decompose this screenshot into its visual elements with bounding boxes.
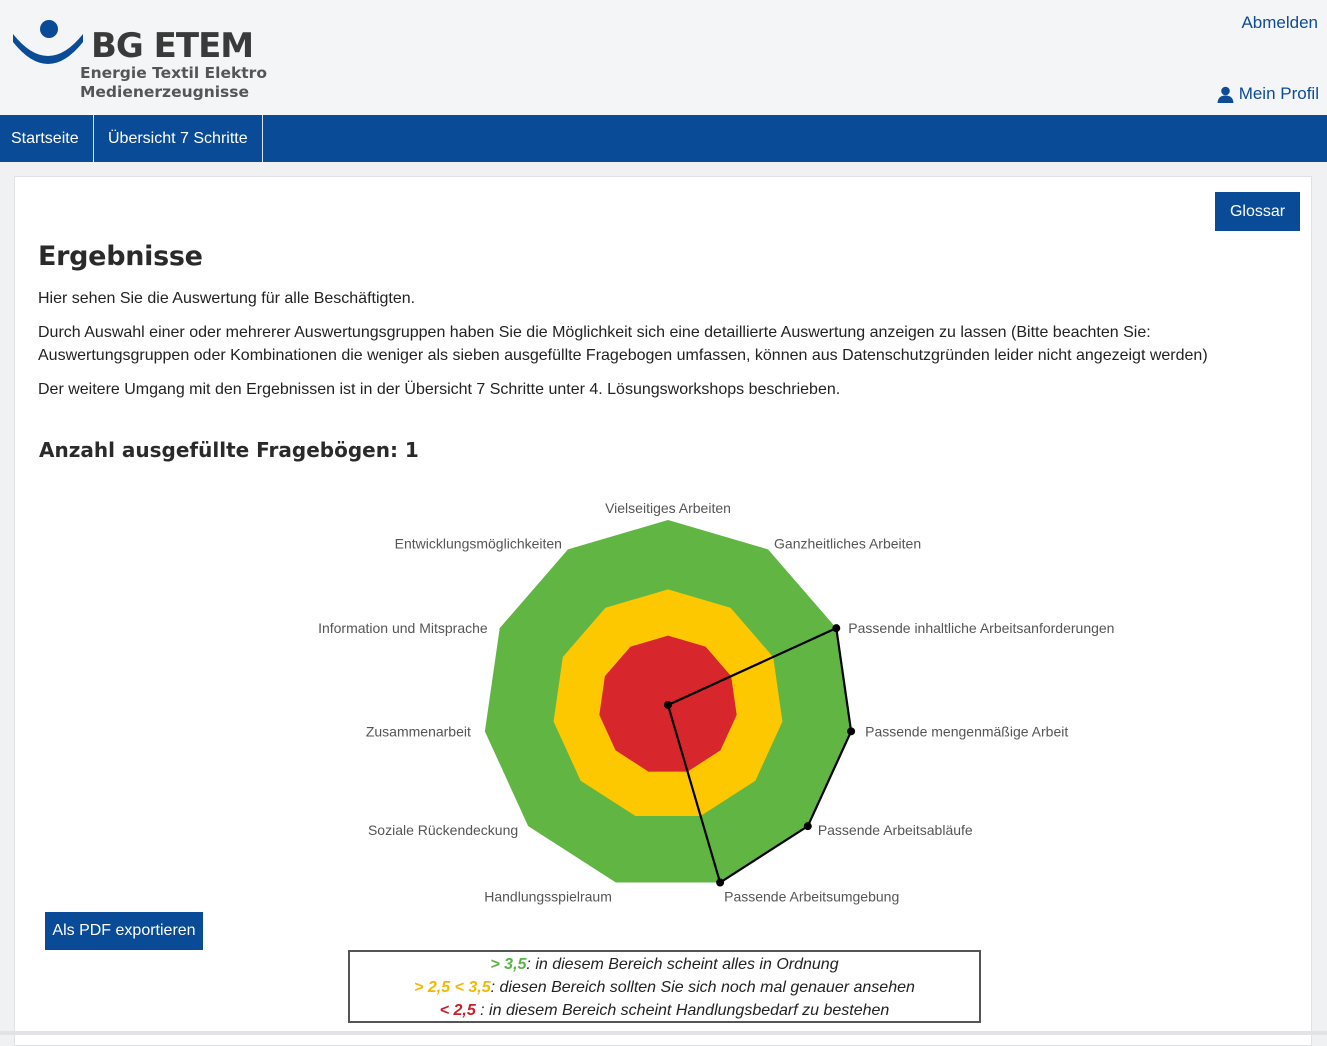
radar-center-point — [664, 701, 672, 709]
score-legend: > 3,5: in diesem Bereich scheint alles i… — [348, 950, 981, 1023]
radar-axis-label: Passende inhaltliche Arbeitsanforderunge… — [848, 620, 1114, 636]
bg-etem-logo[interactable]: BG ETEM Energie Textil Elektro Medienerz… — [12, 20, 267, 105]
footer-divider — [0, 1031, 1327, 1035]
radar-axis-label: Information und Mitsprache — [318, 620, 488, 636]
profile-link[interactable]: Mein Profil — [1217, 84, 1319, 104]
legend-key-green: > 3,5 — [490, 956, 527, 973]
legend-row-green: > 3,5: in diesem Bereich scheint alles i… — [350, 953, 979, 976]
legend-text-yellow: : diesen Bereich sollten Sie sich noch m… — [490, 979, 915, 996]
radar-axis-label: Soziale Rückendeckung — [368, 822, 518, 838]
radar-axis-label: Handlungsspielraum — [484, 889, 612, 905]
logo-subtitle: Energie Textil Elektro Medienerzeugnisse — [80, 64, 267, 102]
logout-link[interactable]: Abmelden — [1241, 13, 1318, 33]
legend-key-yellow: > 2,5 < 3,5 — [414, 979, 491, 996]
header: BG ETEM Energie Textil Elektro Medienerz… — [0, 0, 1327, 115]
export-pdf-button[interactable]: Als PDF exportieren — [45, 912, 203, 950]
results-panel: Glossar Ergebnisse Hier sehen Sie die Au… — [14, 176, 1312, 1046]
main-navigation: Startseite Übersicht 7 Schritte — [0, 115, 1327, 162]
legend-text-green: : in diesem Bereich scheint alles in Ord… — [526, 956, 839, 973]
legend-text-red: : in diesem Bereich scheint Handlungsbed… — [475, 1002, 890, 1019]
legend-row-red: < 2,5 : in diesem Bereich scheint Handlu… — [350, 999, 979, 1022]
radar-axis-label: Passende Arbeitsabläufe — [818, 822, 973, 838]
radar-axis-label: Ganzheitliches Arbeiten — [774, 535, 921, 551]
logo-title: BG ETEM — [91, 26, 254, 66]
radar-data-point — [847, 727, 856, 736]
radar-axis-label: Vielseitiges Arbeiten — [605, 500, 731, 516]
radar-axis-label: Passende mengenmäßige Arbeit — [865, 723, 1068, 739]
radar-data-point — [832, 624, 841, 633]
nav-item-uebersicht-7-schritte[interactable]: Übersicht 7 Schritte — [94, 115, 263, 162]
radar-axis-label: Passende Arbeitsumgebung — [724, 889, 899, 905]
nav-item-startseite[interactable]: Startseite — [0, 115, 94, 162]
legend-key-red: < 2,5 — [439, 1002, 476, 1019]
logo-subtitle-line-1: Energie Textil Elektro — [80, 64, 267, 82]
profile-label: Mein Profil — [1238, 84, 1319, 103]
logo-subtitle-line-2: Medienerzeugnisse — [80, 83, 250, 101]
radar-data-point — [803, 822, 812, 831]
radar-axis-label: Zusammenarbeit — [366, 723, 471, 739]
logo-emblem-icon — [13, 20, 83, 64]
radar-chart: Vielseitiges Arbeiten Ganzheitliches Arbe… — [318, 500, 1114, 905]
radar-data-point — [716, 878, 725, 887]
legend-row-yellow: > 2,5 < 3,5: diesen Bereich sollten Sie … — [350, 976, 979, 999]
radar-axis-label: Entwicklungsmöglichkeiten — [395, 535, 562, 551]
user-icon — [1217, 86, 1234, 103]
